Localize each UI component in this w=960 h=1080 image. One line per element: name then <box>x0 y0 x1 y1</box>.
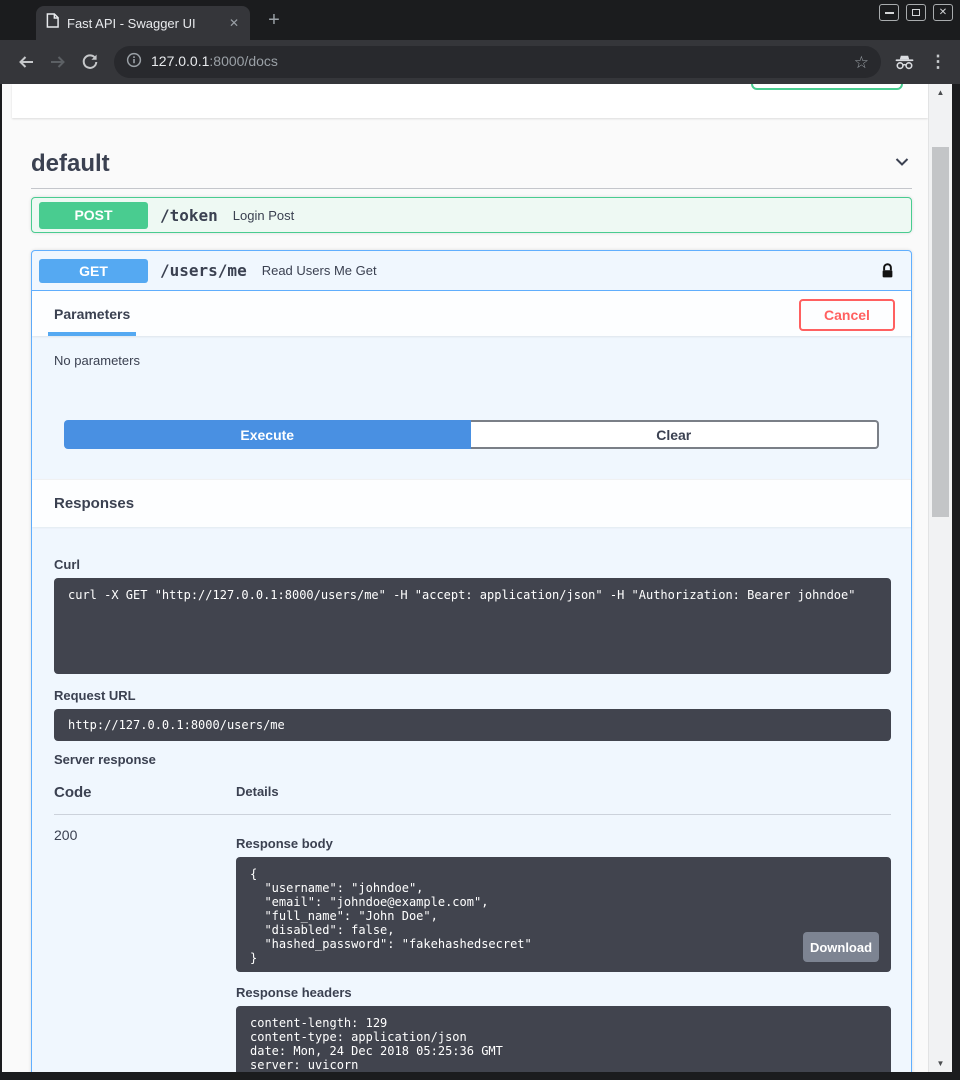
tab-title: Fast API - Swagger UI <box>67 16 218 31</box>
browser-menu-button[interactable]: ⋮ <box>926 52 950 72</box>
swagger-ui: default POST /token Login Post GET /user… <box>31 150 912 1072</box>
endpoint-path: /users/me <box>160 261 247 280</box>
response-headers-label: Response headers <box>236 985 891 1000</box>
details-column-header: Details <box>236 784 279 801</box>
request-url: http://127.0.0.1:8000/users/me <box>54 709 891 741</box>
parameters-header: Parameters Cancel <box>32 291 911 336</box>
download-button[interactable]: Download <box>803 932 879 962</box>
response-body-label: Response body <box>236 836 891 851</box>
server-response-table: Code Details 200 Response body { "userna… <box>54 784 891 1072</box>
response-body-json: { "username": "johndoe", "email": "johnd… <box>236 857 891 972</box>
minimize-icon <box>885 12 894 14</box>
clear-button[interactable]: Clear <box>471 420 880 449</box>
parameters-body: No parameters <box>32 336 911 368</box>
request-url-label: Request URL <box>54 688 891 703</box>
reload-button[interactable] <box>74 46 106 78</box>
opblock-summary[interactable]: GET /users/me Read Users Me Get <box>32 251 911 291</box>
no-parameters-text: No parameters <box>54 353 889 368</box>
maximize-button[interactable] <box>906 4 926 21</box>
opblock-post-token[interactable]: POST /token Login Post <box>31 197 912 233</box>
reload-icon <box>81 53 99 71</box>
scrollbar-thumb[interactable] <box>932 147 949 517</box>
url-text: 127.0.0.1:8000/docs <box>151 53 278 71</box>
close-button[interactable]: ✕ <box>933 4 953 21</box>
new-tab-button[interactable]: + <box>262 8 286 32</box>
titlebar: Fast API - Swagger UI ✕ + ✕ <box>0 0 960 40</box>
authorize-button-partial[interactable] <box>751 84 903 90</box>
response-headers: content-length: 129 content-type: applic… <box>236 1006 891 1072</box>
curl-label: Curl <box>54 557 891 572</box>
bookmark-star-icon[interactable]: ☆ <box>854 54 869 71</box>
endpoint-summary: Login Post <box>233 208 294 223</box>
endpoint-summary: Read Users Me Get <box>262 263 377 278</box>
opblock-get-users-me: GET /users/me Read Users Me Get Paramete… <box>31 250 912 1072</box>
info-icon[interactable] <box>126 52 142 73</box>
browser-tab[interactable]: Fast API - Swagger UI ✕ <box>36 6 250 40</box>
response-details: Response body { "username": "johndoe", "… <box>236 827 891 1072</box>
table-header-row: Code Details <box>54 784 891 815</box>
response-row: 200 Response body { "username": "johndoe… <box>54 815 891 1072</box>
api-section-header[interactable]: default <box>31 150 912 189</box>
scheme-container <box>12 84 928 118</box>
method-badge-post: POST <box>39 202 148 229</box>
endpoint-path: /token <box>160 206 218 225</box>
responses-body: Curl curl -X GET "http://127.0.0.1:8000/… <box>32 527 911 1072</box>
auth-lock-icon[interactable] <box>880 262 895 280</box>
address-bar[interactable]: 127.0.0.1:8000/docs ☆ <box>114 46 881 78</box>
minimize-button[interactable] <box>879 4 899 21</box>
url-host: 127.0.0.1 <box>151 53 209 69</box>
code-column-header: Code <box>54 784 236 801</box>
tab-parameters[interactable]: Parameters <box>48 291 136 336</box>
url-path: :8000/docs <box>209 53 278 69</box>
page-scrollbar[interactable]: ▲ ▼ <box>928 84 952 1072</box>
close-icon: ✕ <box>939 7 947 18</box>
execute-button[interactable]: Execute <box>64 420 471 449</box>
scroll-down-arrow[interactable]: ▼ <box>929 1059 952 1068</box>
server-response-label: Server response <box>54 752 891 767</box>
browser-toolbar: 127.0.0.1:8000/docs ☆ ⋮ <box>0 40 960 84</box>
back-button[interactable] <box>10 46 42 78</box>
forward-arrow-icon <box>49 53 67 71</box>
scroll-up-arrow[interactable]: ▲ <box>929 88 952 97</box>
back-arrow-icon <box>17 53 35 71</box>
incognito-icon <box>893 55 916 70</box>
forward-button[interactable] <box>42 46 74 78</box>
responses-header: Responses <box>32 479 911 527</box>
section-title: default <box>31 150 110 178</box>
browser-window: Fast API - Swagger UI ✕ + ✕ 127.0.0.1:80… <box>0 0 960 1080</box>
tab-close-icon[interactable]: ✕ <box>226 16 242 30</box>
curl-command: curl -X GET "http://127.0.0.1:8000/users… <box>54 578 891 674</box>
response-body-wrap: { "username": "johndoe", "email": "johnd… <box>236 857 891 972</box>
chevron-down-icon[interactable] <box>892 152 912 177</box>
window-controls: ✕ <box>879 4 953 21</box>
status-code: 200 <box>54 827 236 1072</box>
execute-wrapper: Execute Clear <box>64 420 879 449</box>
page-content: default POST /token Login Post GET /user… <box>2 84 952 1072</box>
page-favicon-icon <box>46 13 59 33</box>
responses-title: Responses <box>54 495 134 512</box>
maximize-icon <box>912 9 920 16</box>
cancel-button[interactable]: Cancel <box>799 299 895 331</box>
method-badge-get: GET <box>39 259 148 283</box>
